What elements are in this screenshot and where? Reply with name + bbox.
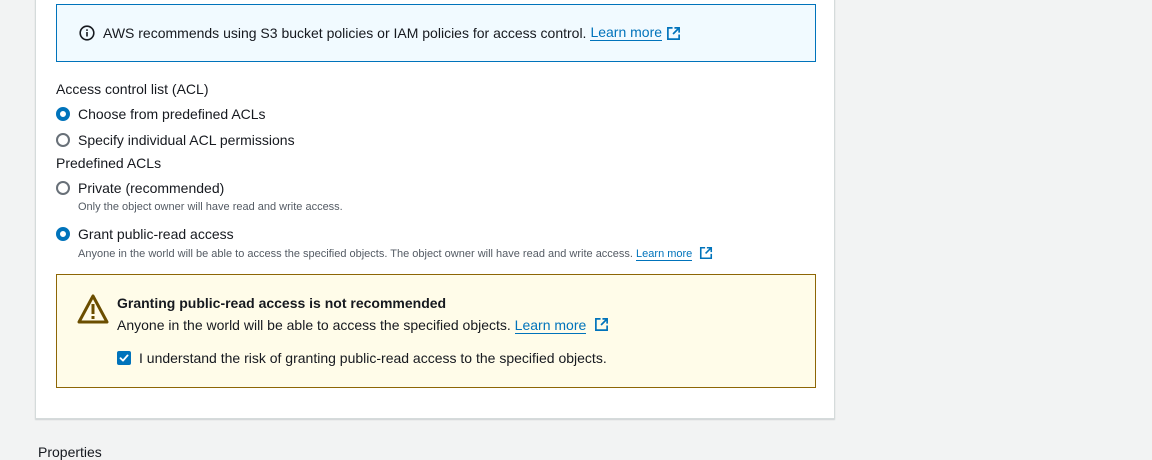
info-icon: [79, 25, 95, 41]
external-link-icon[interactable]: [666, 26, 681, 41]
public-read-learn-more-link[interactable]: Learn more: [636, 248, 693, 261]
warning-text-row: Anyone in the world will be able to acce…: [117, 317, 609, 334]
public-read-warning-alert: Granting public-read access is not recom…: [56, 274, 816, 388]
info-alert-text: AWS recommends using S3 bucket policies …: [103, 25, 587, 41]
info-alert: AWS recommends using S3 bucket policies …: [56, 4, 816, 62]
radio-private[interactable]: Private (recommended): [56, 180, 224, 196]
radio-private-button[interactable]: [56, 181, 70, 195]
radio-grant-public-read[interactable]: Grant public-read access: [56, 226, 234, 242]
warning-text: Anyone in the world will be able to acce…: [117, 317, 511, 333]
warning-title: Granting public-read access is not recom…: [117, 295, 447, 311]
public-read-description: Anyone in the world will be able to acce…: [78, 246, 713, 262]
properties-section-header[interactable]: Properties: [38, 444, 102, 460]
radio-grant-public-read-button[interactable]: [56, 227, 70, 241]
check-icon: [119, 354, 129, 362]
radio-grant-public-read-label: Grant public-read access: [78, 226, 234, 242]
external-link-icon[interactable]: [594, 317, 609, 332]
radio-private-label: Private (recommended): [78, 180, 225, 196]
external-link-icon[interactable]: [699, 246, 713, 260]
radio-choose-predefined-acls-button[interactable]: [56, 107, 70, 121]
predefined-acls-label: Predefined ACLs: [56, 155, 162, 171]
radio-specify-individual-acl[interactable]: Specify individual ACL permissions: [56, 132, 295, 148]
private-description: Only the object owner will have read and…: [78, 201, 343, 213]
radio-specify-individual-acl-button[interactable]: [56, 133, 70, 147]
acknowledge-risk-checkbox[interactable]: [117, 351, 131, 365]
public-read-description-text: Anyone in the world will be able to acce…: [78, 248, 633, 260]
acl-section-label: Access control list (ACL): [56, 81, 209, 97]
warning-learn-more-link[interactable]: Learn more: [514, 317, 587, 334]
radio-choose-predefined-acls[interactable]: Choose from predefined ACLs: [56, 106, 266, 122]
radio-specify-individual-acl-label: Specify individual ACL permissions: [78, 132, 295, 148]
acknowledge-risk-checkbox-row[interactable]: I understand the risk of granting public…: [117, 350, 607, 366]
acknowledge-risk-label: I understand the risk of granting public…: [139, 350, 607, 366]
info-learn-more-link[interactable]: Learn more: [590, 25, 663, 41]
warning-icon: [77, 294, 109, 324]
permissions-panel: AWS recommends using S3 bucket policies …: [35, 0, 835, 419]
radio-choose-predefined-acls-label: Choose from predefined ACLs: [78, 106, 266, 122]
